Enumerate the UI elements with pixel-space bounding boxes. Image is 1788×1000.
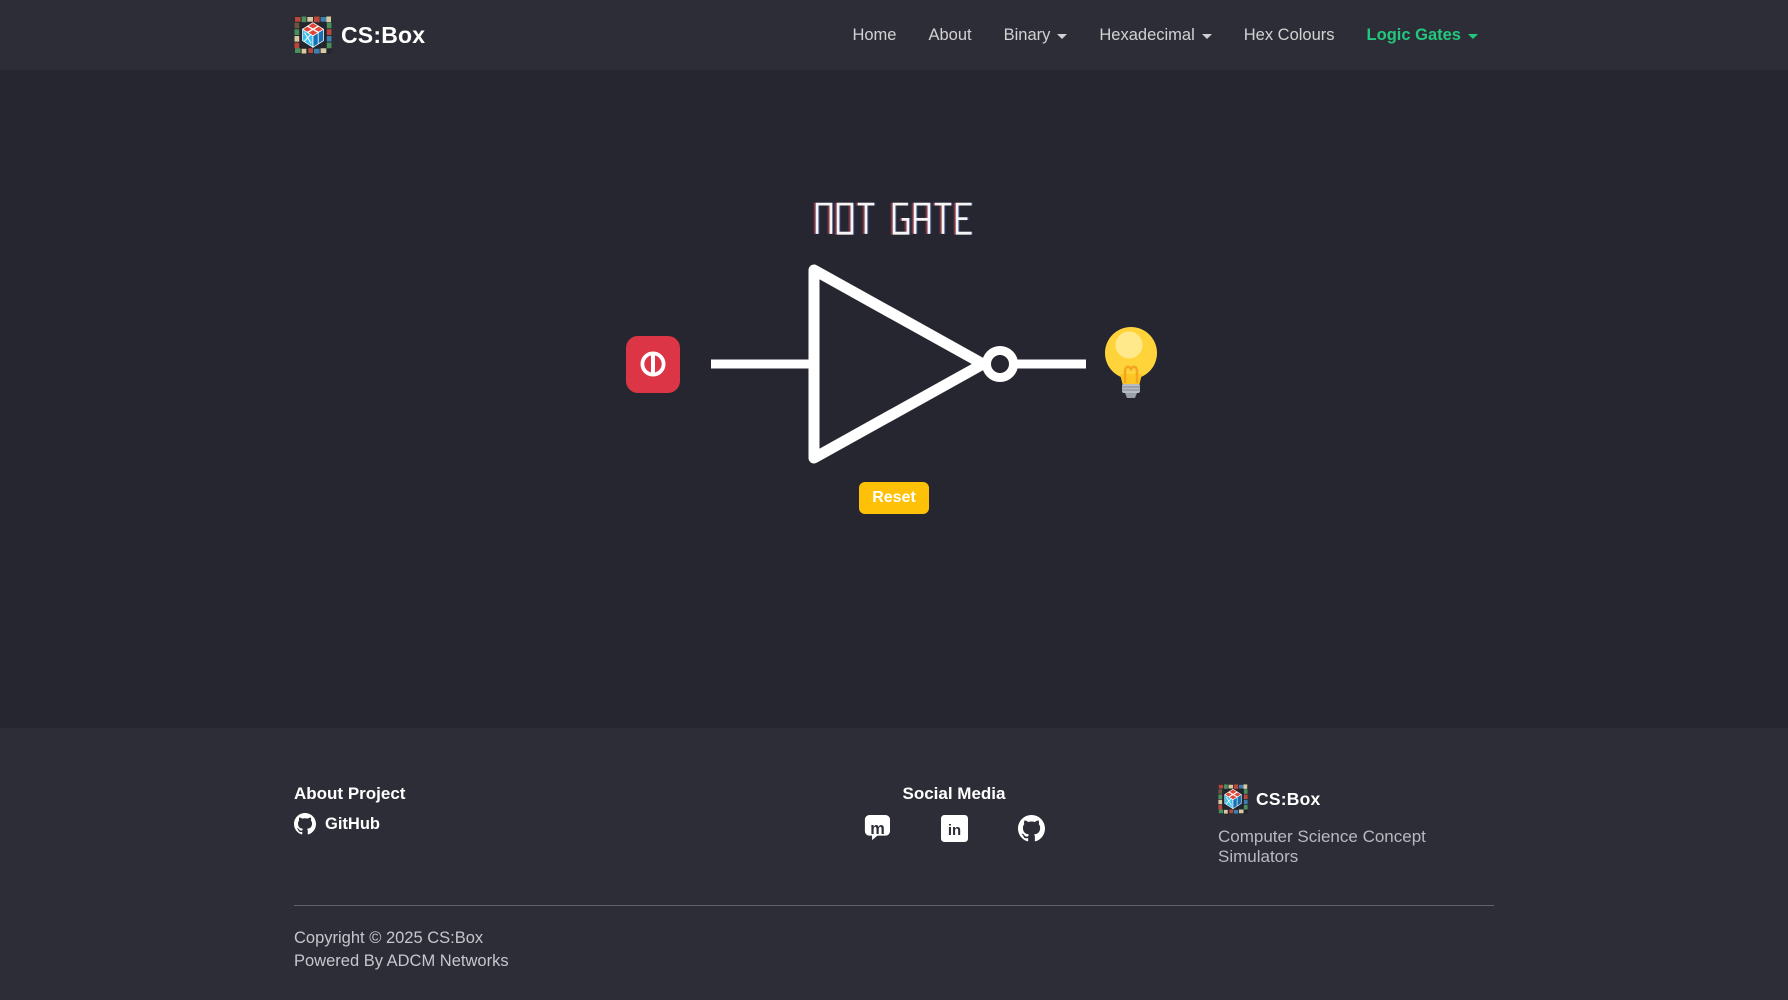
social-media-heading: Social Media <box>774 784 1134 804</box>
svg-text:m: m <box>870 820 885 838</box>
github-social-link[interactable] <box>1018 815 1045 842</box>
footer-divider <box>294 905 1494 906</box>
power-zero-icon <box>638 349 668 379</box>
about-project-heading: About Project <box>294 784 774 804</box>
mastodon-icon: m <box>864 815 891 842</box>
copyright-text: Copyright © 2025 CS:Box <box>294 927 1494 950</box>
reset-button[interactable]: Reset <box>859 482 929 514</box>
nav-item-hex-colours[interactable]: Hex Colours <box>1228 18 1351 53</box>
csbox-logo-icon <box>1218 784 1248 814</box>
svg-text:in: in <box>947 822 960 839</box>
dropdown-caret-icon <box>1202 34 1212 39</box>
github-icon <box>294 813 316 835</box>
footer-tagline: Computer Science Concept Simulators <box>1218 827 1494 867</box>
gate-title <box>815 202 973 238</box>
not-gate-diagram <box>711 264 1086 464</box>
brand-name: CS:Box <box>341 22 425 49</box>
linkedin-icon: in <box>941 815 968 842</box>
input-toggle-button[interactable] <box>626 336 680 393</box>
github-icon <box>1018 815 1045 842</box>
nav-item-binary[interactable]: Binary <box>988 18 1084 53</box>
footer-social-column: Social Media m <box>774 784 1134 867</box>
footer-about-column: About Project GitHub <box>294 784 774 867</box>
nav-item-hexadecimal[interactable]: Hexadecimal <box>1083 18 1227 53</box>
brand-link[interactable]: CS:Box <box>294 16 425 54</box>
footer-brand-column: CS:Box Computer Science Concept Simulato… <box>1134 784 1494 867</box>
footer: About Project GitHub Social Media <box>0 728 1788 1000</box>
nav-item-about[interactable]: About <box>912 18 987 53</box>
navbar: CS:Box Home About Binary Hexadecimal Hex… <box>0 0 1788 70</box>
github-project-link[interactable]: GitHub <box>294 813 380 835</box>
nav-item-logic-gates[interactable]: Logic Gates <box>1351 18 1494 53</box>
dropdown-caret-icon <box>1057 34 1067 39</box>
nav-menu: Home About Binary Hexadecimal Hex Colour… <box>836 18 1494 53</box>
page: CS:Box Home About Binary Hexadecimal Hex… <box>0 0 1788 1000</box>
csbox-logo-icon <box>294 16 332 54</box>
gate-diagram-row <box>626 264 1163 464</box>
mastodon-link[interactable]: m <box>864 815 891 842</box>
simulator-section: Reset <box>0 70 1788 728</box>
linkedin-link[interactable]: in <box>941 815 968 842</box>
output-lightbulb-on-icon <box>1099 324 1163 400</box>
nav-item-home[interactable]: Home <box>836 18 912 53</box>
footer-brand-name: CS:Box <box>1256 789 1320 810</box>
dropdown-caret-icon <box>1468 34 1478 39</box>
powered-by-text: Powered By ADCM Networks <box>294 950 1494 973</box>
